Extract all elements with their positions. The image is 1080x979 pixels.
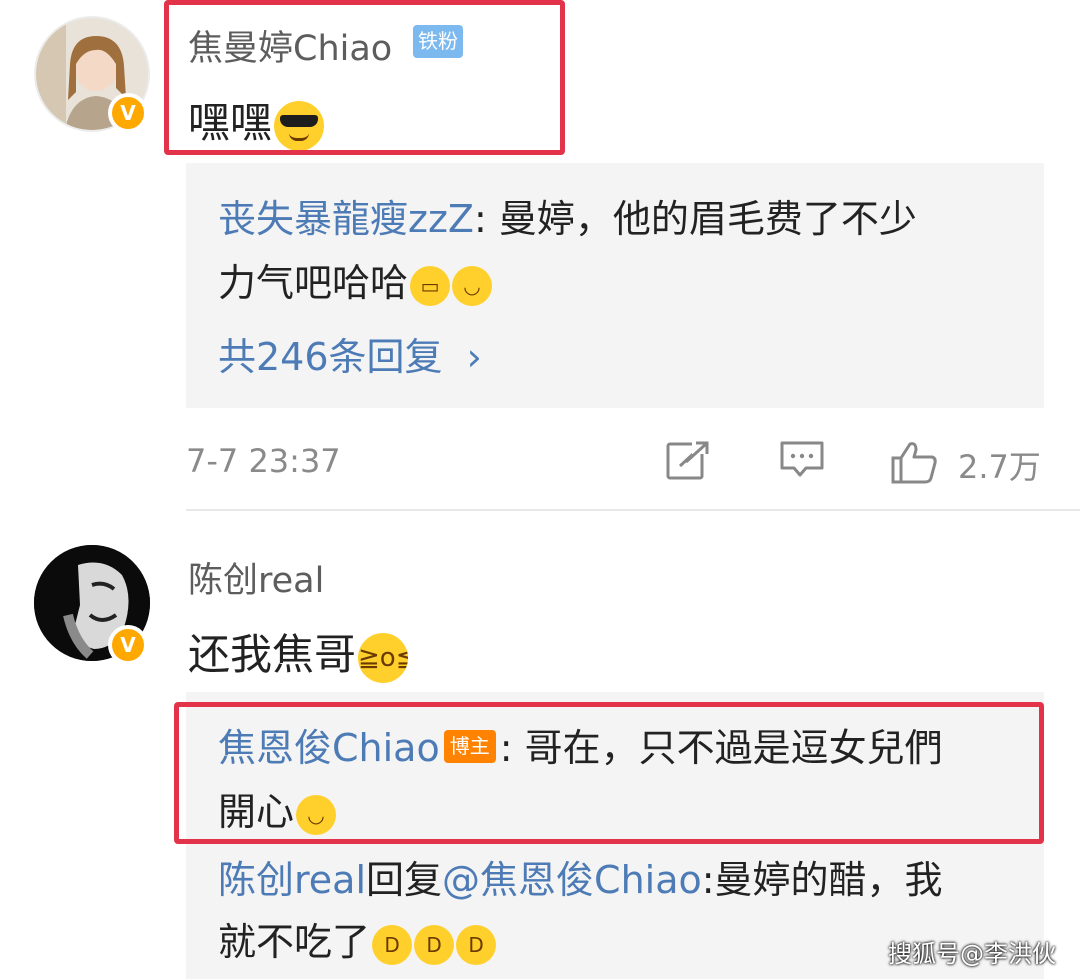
reply-preview-box[interactable]: 丧失暴龍瘦zzZ: 曼婷，他的眉毛费了不少 力气吧哈哈 ▭ ◡ 共246条回复 › <box>186 163 1044 408</box>
crying-emoji-icon: ≧o≦ <box>358 632 409 683</box>
comment-username[interactable]: 陈创real <box>188 552 324 603</box>
highlight-box <box>174 702 1044 844</box>
reply-text-continued: 力气吧哈哈 <box>218 261 409 305</box>
reply-line-1: 丧失暴龍瘦zzZ: 曼婷，他的眉毛费了不少 <box>218 187 1018 251</box>
reply-author[interactable]: 陈创real <box>218 858 366 902</box>
like-count: 2.7万 <box>958 448 1041 486</box>
more-replies-label: 共246条回复 <box>218 335 443 379</box>
reply-line-3: 陈创real回复@焦恩俊Chiao:曼婷的醋，我 <box>218 848 1018 912</box>
big-grin-emoji-icon: D <box>456 924 497 965</box>
repost-icon[interactable] <box>666 440 710 484</box>
comment-text: 还我焦哥 <box>188 630 357 679</box>
reply-mention[interactable]: @焦恩俊Chiao <box>442 858 702 902</box>
reply-text-continued: 就不吃了 <box>218 920 371 964</box>
grin-emoji-icon: ▭ <box>410 265 451 306</box>
big-grin-emoji-icon: D <box>372 924 413 965</box>
reply-verb: 回复 <box>366 858 443 902</box>
reply-text: :曼婷的醋，我 <box>701 858 943 902</box>
laugh-tears-emoji-icon: ◡ <box>452 265 493 306</box>
reply-line-2: 力气吧哈哈 ▭ ◡ <box>218 251 1018 315</box>
chevron-right-icon: › <box>466 335 482 379</box>
more-replies-link[interactable]: 共246条回复 › <box>218 326 482 381</box>
big-grin-emoji-icon: D <box>414 924 455 965</box>
reply-text: : 曼婷，他的眉毛费了不少 <box>473 197 917 241</box>
highlight-box <box>164 0 565 155</box>
verified-badge-icon: V <box>108 93 148 133</box>
comment-icon[interactable] <box>780 440 824 484</box>
reply-author[interactable]: 丧失暴龍瘦zzZ <box>218 197 474 241</box>
watermark: 搜狐号@李洪伙 <box>888 940 1056 968</box>
comment-content: 还我焦哥≧o≦ <box>188 621 409 683</box>
like-icon[interactable] <box>890 440 938 488</box>
comment-meta-row: 7-7 23:37 2.7万 <box>0 430 1080 490</box>
verified-badge-icon: V <box>108 625 148 665</box>
comment-timestamp: 7-7 23:37 <box>186 442 341 480</box>
